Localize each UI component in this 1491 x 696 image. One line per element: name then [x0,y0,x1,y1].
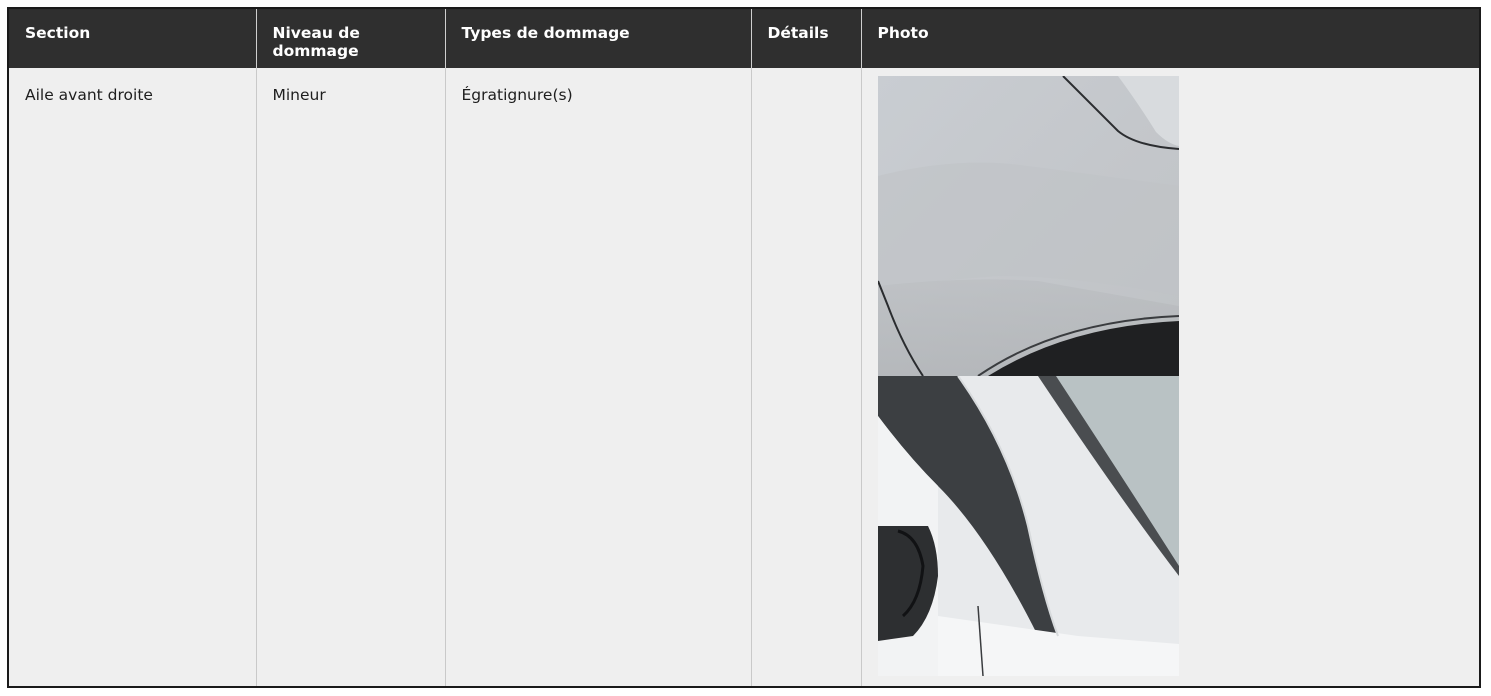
header-details: Détails [751,9,862,68]
damage-report-frame: Section Niveau de dommage Types de domma… [7,7,1481,688]
cell-photo [861,68,1479,686]
cell-types: Égratignure(s) [445,68,752,686]
header-niveau-label: Niveau de dommage [272,24,360,60]
table-row: Aile avant droite Mineur Égratignure(s) [9,68,1479,686]
damage-table: Section Niveau de dommage Types de domma… [9,9,1479,686]
header-niveau: Niveau de dommage [256,9,446,68]
fender-scratch-photo[interactable] [877,76,1179,376]
table-header-row: Section Niveau de dommage Types de domma… [9,9,1479,68]
cell-niveau: Mineur [256,68,446,686]
cell-details [751,68,862,686]
header-photo: Photo [861,9,1479,68]
mirror-pillar-photo[interactable] [877,376,1179,676]
header-section: Section [9,9,257,68]
header-types: Types de dommage [445,9,752,68]
cell-section: Aile avant droite [9,68,257,686]
